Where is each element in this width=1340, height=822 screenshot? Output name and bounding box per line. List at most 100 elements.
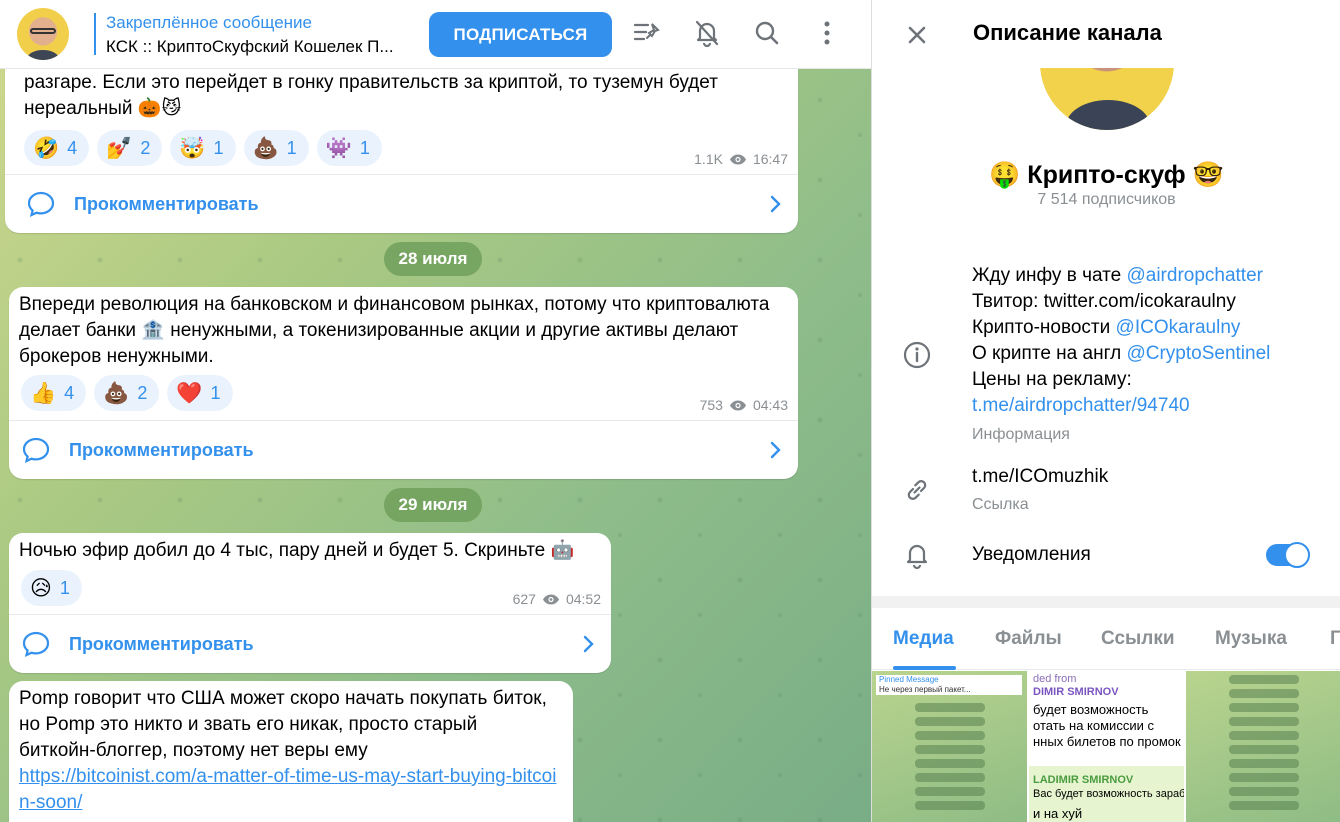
reaction-chip[interactable]: ❤️ 1 (167, 375, 233, 411)
reaction-emoji: 🤯 (179, 136, 206, 160)
bell-icon (906, 544, 928, 570)
reaction-count: 1 (359, 137, 370, 158)
subscribe-button[interactable]: ПОДПИСАТЬСЯ (429, 12, 612, 57)
info-text: Твитор: twitter.com/icokaraulny (972, 291, 1236, 312)
comment-label: Прокомментировать (69, 440, 254, 460)
reaction-emoji: 🤣 (33, 136, 60, 160)
tab-links[interactable]: Ссылки (1101, 628, 1175, 650)
link-label: Ссылка (972, 496, 1029, 513)
pinned-text[interactable]: КСК :: КриптоСкуфский Кошелек П... (106, 37, 394, 57)
media-thumbnail[interactable]: ded from DIMIR SMIRNOV будет возможность… (1029, 671, 1184, 822)
thumb-line (1228, 773, 1299, 782)
close-icon[interactable] (902, 20, 932, 50)
tab-more[interactable]: Г (1330, 628, 1340, 650)
eye-icon (542, 594, 559, 604)
reaction-chip[interactable]: 💩 2 (94, 375, 160, 411)
reaction-chip[interactable]: 🤣 4 (24, 130, 90, 166)
info-line: t.me/airdropchatter/94740 (972, 393, 1270, 419)
media-tabs: Медиа Файлы Ссылки Музыка Г (872, 608, 1340, 670)
message-text: Pomp говорит что США может скоро начать … (19, 686, 559, 816)
reaction-chip[interactable]: 👾 1 (316, 130, 382, 166)
info-text: О крипте на англ (972, 343, 1127, 364)
message-time: 16:47 (752, 151, 788, 167)
reaction-emoji: 💩 (252, 136, 279, 160)
reaction-count: 1 (59, 577, 70, 598)
info-link[interactable]: @airdropchatter (1126, 265, 1263, 286)
info-line: Твитор: twitter.com/icokaraulny (972, 289, 1270, 315)
message-bubble: Впереди революция на банковском и финанс… (9, 287, 798, 479)
thumb-line (914, 731, 985, 740)
reaction-emoji: 💅 (106, 136, 133, 160)
comment-button[interactable]: Прокомментировать (9, 420, 798, 478)
more-button[interactable] (812, 18, 842, 48)
pinned-title[interactable]: Закреплённое сообщение (106, 13, 312, 33)
notifications-toggle[interactable] (1266, 542, 1310, 568)
reaction-chip[interactable]: 😥 1 (21, 570, 82, 606)
thumb-line (914, 745, 985, 754)
section-divider (872, 596, 1340, 608)
link-icon (907, 480, 927, 500)
channel-name: 🤑 Крипто-скуф 🤓 (989, 161, 1224, 189)
notifications-label: Уведомления (972, 544, 1091, 565)
date-separator: 29 июля (384, 488, 482, 522)
message-meta: 753 04:43 (700, 397, 788, 413)
tab-files[interactable]: Файлы (995, 628, 1062, 650)
thumb-line (1228, 675, 1299, 684)
message-meta: 1.1K 16:47 (694, 151, 788, 167)
channel-info-panel: Описание канала 🤑 Крипто-скуф 🤓 7 514 по… (871, 0, 1340, 822)
thumb-line (914, 703, 985, 712)
mute-button[interactable] (692, 18, 722, 48)
search-button[interactable] (752, 18, 782, 48)
channel-avatar[interactable] (17, 8, 69, 60)
thumb-text: ded from (1033, 673, 1077, 685)
message-text: Ночью эфир добил до 4 тыс, пару дней и б… (19, 540, 575, 561)
comment-button[interactable]: Прокомментировать (5, 174, 798, 232)
subscriber-count: 7 514 подписчиков (1037, 191, 1176, 208)
info-link[interactable]: @CryptoSentinel (1126, 343, 1270, 364)
message-bubble: Ночью эфир добил до 4 тыс, пару дней и б… (9, 533, 611, 673)
thumb-text: Pinned Message (879, 675, 939, 684)
thumb-line (1228, 787, 1299, 796)
pinned-list-button[interactable] (632, 18, 662, 48)
reaction-count: 2 (140, 137, 151, 158)
media-thumbnail[interactable]: Pinned Message Не через первый пакет... (872, 671, 1027, 822)
reaction-chip[interactable]: 🤯 1 (170, 130, 236, 166)
thumb-line (914, 787, 985, 796)
reaction-count: 4 (64, 382, 75, 403)
reaction-emoji: 👍 (30, 381, 57, 405)
comment-button[interactable]: Прокомментировать (9, 614, 611, 672)
thumb-text: LADIMIR SMIRNOV (1033, 774, 1134, 786)
panel-title: Описание канала (973, 20, 1162, 45)
info-line: Крипто-новости @ICOkaraulny (972, 315, 1270, 341)
info-label: Информация (972, 426, 1070, 443)
reaction-chip[interactable]: 👍 4 (21, 375, 87, 411)
reaction-chip[interactable]: 💅 2 (97, 130, 163, 166)
reaction-count: 2 (137, 382, 148, 403)
reaction-chip[interactable]: 💩 1 (243, 130, 309, 166)
thumb-line (1228, 689, 1299, 698)
reaction-emoji: ❤️ (176, 381, 203, 405)
chevron-right-icon (583, 635, 594, 653)
pinned-bar (94, 13, 96, 55)
tab-media[interactable]: Медиа (893, 628, 954, 650)
info-text: Крипто-новости (972, 317, 1116, 338)
media-thumbnail[interactable] (1186, 671, 1340, 822)
thumb-text: нных билетов по промок (1033, 734, 1181, 749)
info-icon (903, 341, 931, 369)
thumb-line (914, 717, 985, 726)
more-vertical-icon (824, 21, 830, 45)
reactions-bar: 👍 4 💩 2 ❤️ 1 (21, 375, 233, 411)
avatar-glasses (30, 28, 56, 34)
message-meta: 627 04:52 (513, 591, 601, 607)
tab-music[interactable]: Музыка (1215, 628, 1287, 650)
thumb-line (914, 801, 985, 810)
comment-icon (22, 437, 50, 463)
info-line: Цены на рекламу: (972, 367, 1270, 393)
message-text: Впереди революция на банковском и финанс… (19, 294, 770, 367)
comment-icon (27, 191, 55, 217)
channel-link[interactable]: t.me/ICOmuzhik (972, 466, 1108, 488)
message-link[interactable]: https://bitcoinist.com/a-matter-of-time-… (19, 766, 556, 813)
info-link[interactable]: @ICOkaraulny (1116, 317, 1241, 338)
info-link[interactable]: t.me/airdropchatter/94740 (972, 395, 1190, 416)
chat-header: Закреплённое сообщение КСК :: КриптоСкуф… (0, 0, 871, 69)
